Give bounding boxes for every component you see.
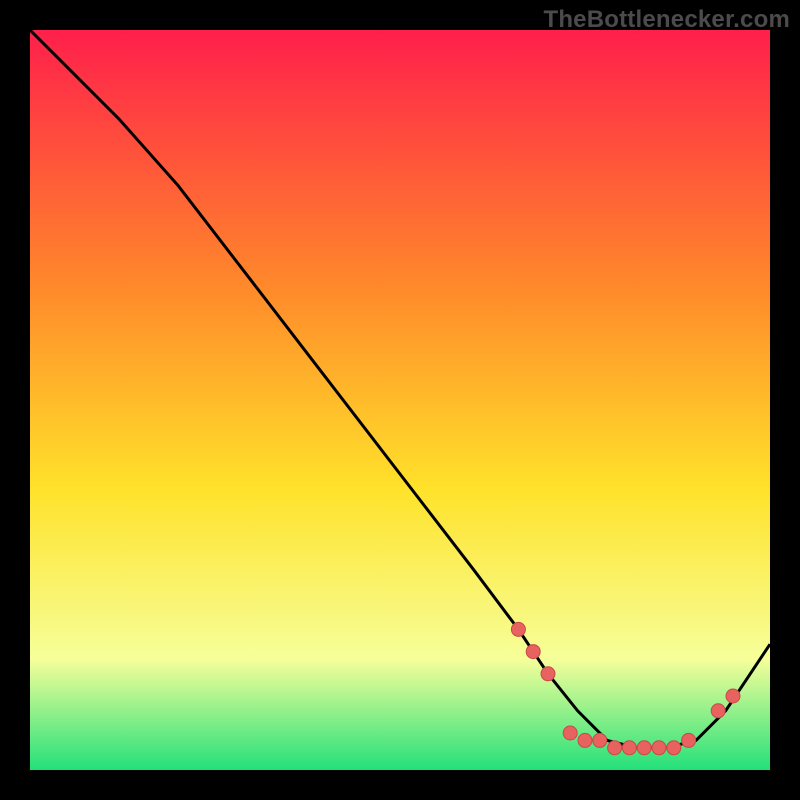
chart-frame: TheBottlenecker.com — [0, 0, 800, 800]
chart-svg — [30, 30, 770, 770]
data-marker — [541, 667, 555, 681]
data-marker — [511, 622, 525, 636]
data-marker — [637, 741, 651, 755]
data-marker — [526, 645, 540, 659]
plot-area — [30, 30, 770, 770]
data-marker — [711, 704, 725, 718]
gradient-background — [30, 30, 770, 770]
data-marker — [622, 741, 636, 755]
data-marker — [578, 733, 592, 747]
data-marker — [593, 733, 607, 747]
data-marker — [667, 741, 681, 755]
data-marker — [682, 733, 696, 747]
data-marker — [563, 726, 577, 740]
data-marker — [726, 689, 740, 703]
data-marker — [652, 741, 666, 755]
data-marker — [608, 741, 622, 755]
